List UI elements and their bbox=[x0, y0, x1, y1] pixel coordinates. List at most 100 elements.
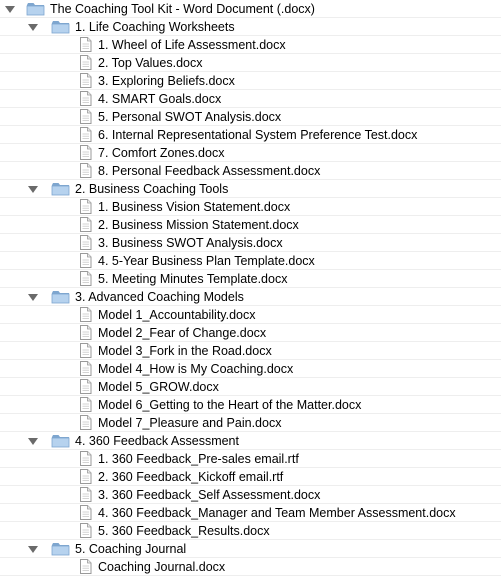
document-icon bbox=[79, 109, 92, 124]
file-row[interactable]: 1. Wheel of Life Assessment.docx bbox=[0, 36, 501, 54]
file-row[interactable]: 5. 360 Feedback_Results.docx bbox=[0, 522, 501, 540]
root-folder-row[interactable]: The Coaching Tool Kit - Word Document (.… bbox=[0, 0, 501, 18]
file-row[interactable]: 5. Personal SWOT Analysis.docx bbox=[0, 108, 501, 126]
file-row[interactable]: 2. Business Mission Statement.docx bbox=[0, 216, 501, 234]
disclosure-triangle-icon[interactable] bbox=[28, 438, 38, 445]
file-label: Model 5_GROW.docx bbox=[98, 380, 219, 394]
file-label: 2. 360 Feedback_Kickoff email.rtf bbox=[98, 470, 284, 484]
file-label: Coaching Journal.docx bbox=[98, 560, 226, 574]
document-icon bbox=[79, 397, 92, 412]
folder-icon bbox=[51, 290, 70, 304]
file-row[interactable]: 4. 5-Year Business Plan Template.docx bbox=[0, 252, 501, 270]
file-row[interactable]: Model 2_Fear of Change.docx bbox=[0, 324, 501, 342]
file-row[interactable]: Model 5_GROW.docx bbox=[0, 378, 501, 396]
file-label: 5. Personal SWOT Analysis.docx bbox=[98, 110, 282, 124]
file-row[interactable]: Model 7_Pleasure and Pain.docx bbox=[0, 414, 501, 432]
document-icon bbox=[79, 163, 92, 178]
document-icon bbox=[79, 343, 92, 358]
file-label: 4. SMART Goals.docx bbox=[98, 92, 222, 106]
folder-icon bbox=[51, 182, 70, 196]
file-row[interactable]: 1. Business Vision Statement.docx bbox=[0, 198, 501, 216]
folder-icon bbox=[26, 2, 45, 16]
document-icon bbox=[79, 469, 92, 484]
file-row[interactable]: 8. Personal Feedback Assessment.docx bbox=[0, 162, 501, 180]
document-icon bbox=[79, 37, 92, 52]
folder-label: 3. Advanced Coaching Models bbox=[75, 290, 244, 304]
root-folder-label: The Coaching Tool Kit - Word Document (.… bbox=[50, 2, 315, 16]
folder-label: 2. Business Coaching Tools bbox=[75, 182, 229, 196]
file-row[interactable]: 3. Exploring Beliefs.docx bbox=[0, 72, 501, 90]
file-row[interactable]: 3. 360 Feedback_Self Assessment.docx bbox=[0, 486, 501, 504]
file-row[interactable]: Coaching Journal.docx bbox=[0, 558, 501, 576]
disclosure-triangle-icon[interactable] bbox=[5, 6, 15, 13]
file-row[interactable]: 6. Internal Representational System Pref… bbox=[0, 126, 501, 144]
folder-icon bbox=[51, 542, 70, 556]
document-icon bbox=[79, 379, 92, 394]
file-label: 2. Top Values.docx bbox=[98, 56, 203, 70]
file-label: 3. Exploring Beliefs.docx bbox=[98, 74, 235, 88]
document-icon bbox=[79, 325, 92, 340]
file-label: 1. Wheel of Life Assessment.docx bbox=[98, 38, 286, 52]
file-label: Model 7_Pleasure and Pain.docx bbox=[98, 416, 282, 430]
document-icon bbox=[79, 523, 92, 538]
file-label: Model 3_Fork in the Road.docx bbox=[98, 344, 272, 358]
file-row[interactable]: 2. Top Values.docx bbox=[0, 54, 501, 72]
folder-label: 4. 360 Feedback Assessment bbox=[75, 434, 239, 448]
folder-icon bbox=[51, 434, 70, 448]
disclosure-triangle-icon[interactable] bbox=[28, 546, 38, 553]
file-label: 1. Business Vision Statement.docx bbox=[98, 200, 291, 214]
folder-label: 1. Life Coaching Worksheets bbox=[75, 20, 235, 34]
document-icon bbox=[79, 145, 92, 160]
file-label: 5. 360 Feedback_Results.docx bbox=[98, 524, 270, 538]
file-label: 7. Comfort Zones.docx bbox=[98, 146, 225, 160]
document-icon bbox=[79, 559, 92, 574]
file-label: Model 1_Accountability.docx bbox=[98, 308, 256, 322]
folder-row[interactable]: 1. Life Coaching Worksheets bbox=[0, 18, 501, 36]
file-row[interactable]: Model 1_Accountability.docx bbox=[0, 306, 501, 324]
file-label: 4. 5-Year Business Plan Template.docx bbox=[98, 254, 315, 268]
file-label: 8. Personal Feedback Assessment.docx bbox=[98, 164, 321, 178]
document-icon bbox=[79, 271, 92, 286]
file-label: Model 2_Fear of Change.docx bbox=[98, 326, 267, 340]
file-label: 4. 360 Feedback_Manager and Team Member … bbox=[98, 506, 456, 520]
file-label: 5. Meeting Minutes Template.docx bbox=[98, 272, 288, 286]
document-icon bbox=[79, 505, 92, 520]
document-icon bbox=[79, 415, 92, 430]
file-tree: The Coaching Tool Kit - Word Document (.… bbox=[0, 0, 501, 576]
file-label: Model 6_Getting to the Heart of the Matt… bbox=[98, 398, 362, 412]
file-row[interactable]: Model 3_Fork in the Road.docx bbox=[0, 342, 501, 360]
folder-icon bbox=[51, 20, 70, 34]
file-row[interactable]: 1. 360 Feedback_Pre-sales email.rtf bbox=[0, 450, 501, 468]
file-row[interactable]: 2. 360 Feedback_Kickoff email.rtf bbox=[0, 468, 501, 486]
disclosure-triangle-icon[interactable] bbox=[28, 24, 38, 31]
file-row[interactable]: 5. Meeting Minutes Template.docx bbox=[0, 270, 501, 288]
file-label: 3. 360 Feedback_Self Assessment.docx bbox=[98, 488, 321, 502]
folder-label: 5. Coaching Journal bbox=[75, 542, 187, 556]
file-label: 1. 360 Feedback_Pre-sales email.rtf bbox=[98, 452, 299, 466]
file-label: 3. Business SWOT Analysis.docx bbox=[98, 236, 283, 250]
document-icon bbox=[79, 73, 92, 88]
document-icon bbox=[79, 55, 92, 70]
document-icon bbox=[79, 91, 92, 106]
document-icon bbox=[79, 127, 92, 142]
folder-row[interactable]: 4. 360 Feedback Assessment bbox=[0, 432, 501, 450]
document-icon bbox=[79, 361, 92, 376]
document-icon bbox=[79, 307, 92, 322]
document-icon bbox=[79, 235, 92, 250]
disclosure-triangle-icon[interactable] bbox=[28, 186, 38, 193]
folder-row[interactable]: 2. Business Coaching Tools bbox=[0, 180, 501, 198]
folder-row[interactable]: 3. Advanced Coaching Models bbox=[0, 288, 501, 306]
disclosure-triangle-icon[interactable] bbox=[28, 294, 38, 301]
file-label: 2. Business Mission Statement.docx bbox=[98, 218, 299, 232]
file-row[interactable]: 7. Comfort Zones.docx bbox=[0, 144, 501, 162]
file-row[interactable]: Model 6_Getting to the Heart of the Matt… bbox=[0, 396, 501, 414]
document-icon bbox=[79, 451, 92, 466]
file-label: Model 4_How is My Coaching.docx bbox=[98, 362, 294, 376]
file-row[interactable]: 4. SMART Goals.docx bbox=[0, 90, 501, 108]
file-row[interactable]: Model 4_How is My Coaching.docx bbox=[0, 360, 501, 378]
folder-row[interactable]: 5. Coaching Journal bbox=[0, 540, 501, 558]
file-row[interactable]: 4. 360 Feedback_Manager and Team Member … bbox=[0, 504, 501, 522]
document-icon bbox=[79, 253, 92, 268]
document-icon bbox=[79, 217, 92, 232]
file-row[interactable]: 3. Business SWOT Analysis.docx bbox=[0, 234, 501, 252]
